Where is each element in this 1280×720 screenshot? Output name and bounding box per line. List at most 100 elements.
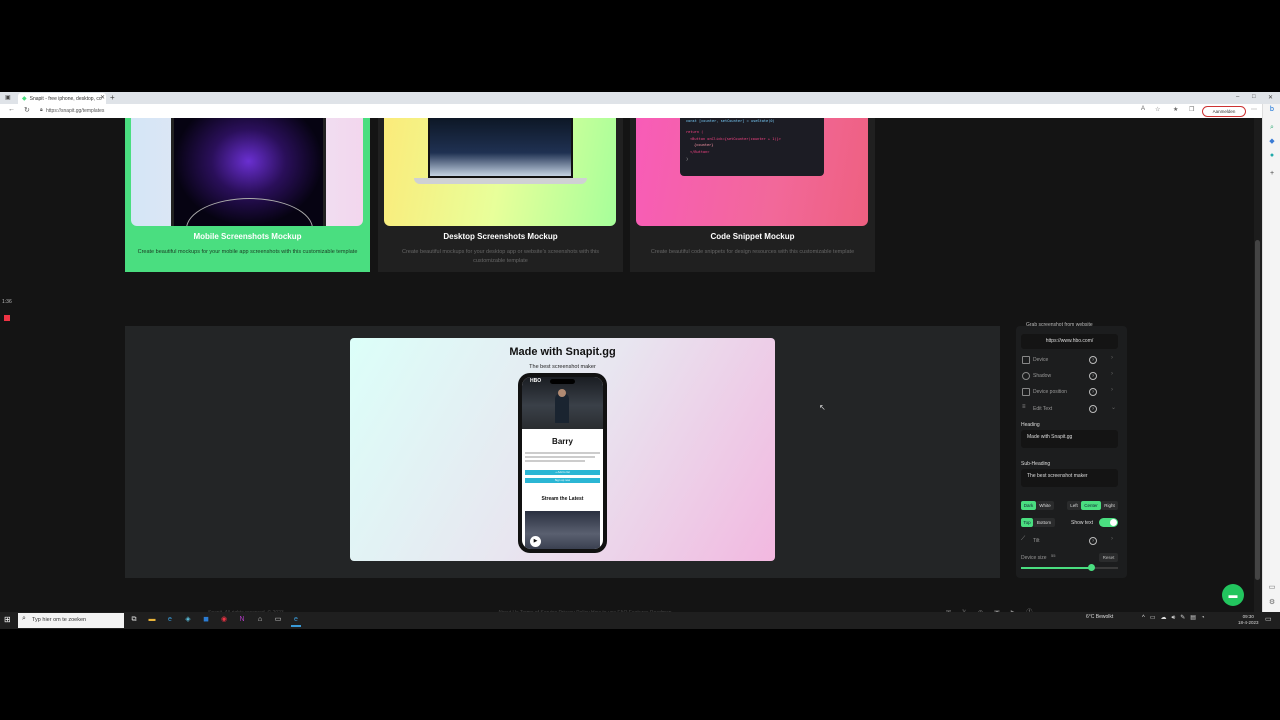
help-icon[interactable]: ? (1089, 356, 1097, 364)
shadow-icon (1022, 372, 1030, 380)
bottom-toggle[interactable]: Bottom (1033, 518, 1055, 527)
edge-active-icon[interactable]: e (291, 615, 301, 627)
outlook-icon[interactable]: ◼ (201, 615, 211, 625)
tools-icon[interactable]: ● (1268, 152, 1276, 160)
collections-icon[interactable]: ❐ (1189, 106, 1194, 113)
chevron-right-icon[interactable]: › (1111, 387, 1113, 393)
canvas-heading: Made with Snapit.gg (509, 346, 616, 358)
date: 18-4-2023 (1238, 620, 1259, 625)
bing-icon[interactable]: b (1268, 106, 1276, 114)
dynamic-island (550, 379, 575, 384)
device-size-value: 55 (1051, 553, 1056, 558)
address-bar[interactable]: https://snapit.gg/templates (46, 106, 1126, 116)
hero-image: HBO (522, 377, 603, 429)
help-icon[interactable]: ? (1089, 372, 1097, 380)
signin-button[interactable]: Aanmelden (1202, 106, 1246, 117)
file-explorer-icon[interactable]: ▬ (147, 615, 157, 625)
code-line: const [counter, setCounter] = useState(0… (686, 119, 775, 123)
align-right-toggle[interactable]: Right (1101, 501, 1118, 510)
new-tab-button[interactable]: + (110, 93, 115, 102)
device-icon (1022, 356, 1030, 364)
tab-close-icon[interactable]: ✕ (100, 94, 105, 101)
top-toggle[interactable]: Top (1021, 518, 1033, 527)
canvas-subheading: The best screenshot maker (529, 364, 596, 370)
help-icon[interactable]: ? (1089, 405, 1097, 413)
add-icon[interactable]: + (1268, 170, 1276, 178)
back-icon[interactable]: ← (8, 106, 15, 113)
recording-time: 1:36 (2, 299, 12, 305)
system-tray-icons[interactable]: ^▭☁🔊︎✎▤◔ (1142, 614, 1210, 622)
edge-sidebar: b ⌕ ◆ ● + ▭ ⚙ (1262, 104, 1280, 612)
slider-handle[interactable] (1088, 564, 1095, 571)
chevron-right-icon[interactable]: › (1111, 536, 1113, 542)
maximize-button[interactable]: □ (1252, 94, 1256, 100)
template-card-desktop[interactable]: Desktop Screenshots Mockup Create beauti… (378, 118, 623, 272)
shopping-icon[interactable]: ◆ (1268, 138, 1276, 146)
weather-widget[interactable]: 6°C Bewolkt (1086, 614, 1113, 620)
subheading-input[interactable]: The best screenshot maker (1021, 469, 1118, 487)
shadow-label[interactable]: Shadow (1033, 373, 1051, 379)
template-card-mobile[interactable]: Mobile Screenshots Mockup Create beautif… (125, 118, 370, 272)
heading-input[interactable]: Made with Snapit.gg (1021, 430, 1118, 448)
browser-tab-bar (0, 92, 1280, 104)
notification-icon[interactable]: ▭ (1265, 615, 1272, 623)
browser-tab[interactable]: ◆ Snapit - free iphone, desktop, co (18, 93, 106, 104)
reset-button[interactable]: Reset (1099, 553, 1118, 562)
sign-up-button: Sign up now (525, 478, 600, 483)
windows-start-icon[interactable]: ⊞ (4, 615, 11, 624)
chevron-down-icon[interactable]: ⌄ (1111, 404, 1116, 411)
settings-icon[interactable]: ⚙ (1268, 599, 1276, 607)
align-left-toggle[interactable]: Left (1067, 501, 1081, 510)
refresh-icon[interactable]: ↻ (24, 106, 30, 114)
record-stop-icon[interactable] (4, 315, 10, 321)
close-window-button[interactable]: ✕ (1268, 94, 1273, 101)
sidebar-layout-icon[interactable]: ▭ (1268, 584, 1276, 592)
snapit-favicon-icon: ◆ (22, 96, 27, 102)
favorite-icon[interactable]: ☆ (1155, 106, 1160, 113)
taskbar-search-input[interactable]: Typ hier om te zoeken (18, 613, 124, 628)
search-icon: ⌕ (22, 615, 26, 622)
text-lines-icon: ≡ (1022, 404, 1026, 410)
code-line: </Button> (690, 150, 710, 155)
tilt-label[interactable]: Tilt (1033, 538, 1039, 544)
edit-text-label[interactable]: Edit Text (1033, 406, 1052, 412)
template-title: Desktop Screenshots Mockup (443, 232, 558, 241)
help-icon[interactable]: ? (1089, 388, 1097, 396)
favorites-icon[interactable]: ★ (1173, 106, 1178, 113)
app-icon[interactable]: ▭ (273, 615, 283, 625)
slider-fill (1021, 567, 1091, 569)
task-view-icon[interactable]: ⧉ (129, 615, 139, 625)
scrollbar-thumb[interactable] (1255, 240, 1260, 580)
tab-title: Snapit - free iphone, desktop, co (29, 95, 102, 102)
help-icon[interactable]: ? (1089, 537, 1097, 545)
template-card-code[interactable]: const [counter, setCounter] = useState(0… (630, 118, 875, 272)
chrome-icon[interactable]: ◉ (219, 615, 229, 625)
read-aloud-icon[interactable]: A (1141, 106, 1145, 112)
app-icon[interactable]: ◈ (183, 615, 193, 625)
code-mockup-image: const [counter, setCounter] = useState(0… (636, 118, 868, 226)
onenote-icon[interactable]: N (237, 615, 247, 625)
app-icon[interactable]: ⌂ (255, 615, 265, 625)
mouse-cursor-icon: ↖ (819, 403, 826, 412)
add-to-list-button: + Add to list (525, 470, 600, 475)
more-icon[interactable]: ⋯ (1251, 106, 1257, 113)
chat-bubble-icon[interactable]: ▬ (1222, 584, 1244, 606)
taskbar-clock[interactable]: 09:30 18-4-2023 (1238, 614, 1259, 626)
chevron-right-icon[interactable]: › (1111, 371, 1113, 377)
minimize-button[interactable]: – (1236, 94, 1239, 100)
tab-actions-icon[interactable]: ▣ (5, 94, 11, 101)
subheading-label: Sub-Heading (1021, 461, 1051, 467)
edge-icon[interactable]: e (165, 615, 175, 625)
chevron-right-icon[interactable]: › (1111, 355, 1113, 361)
template-description: Create beautiful code snippets for desig… (650, 249, 855, 255)
hbo-logo: HBO (530, 378, 542, 384)
device-label[interactable]: Device (1033, 357, 1048, 363)
white-toggle[interactable]: White (1036, 501, 1054, 510)
align-center-toggle[interactable]: Center (1081, 501, 1101, 510)
lock-icon: 🔒︎ (40, 107, 43, 113)
device-position-label[interactable]: Device position (1033, 389, 1067, 395)
search-icon[interactable]: ⌕ (1268, 124, 1276, 132)
url-input[interactable]: https://www.hbo.com/ (1021, 334, 1118, 349)
dark-toggle[interactable]: Dark (1021, 501, 1036, 510)
switch-knob (1110, 519, 1117, 526)
